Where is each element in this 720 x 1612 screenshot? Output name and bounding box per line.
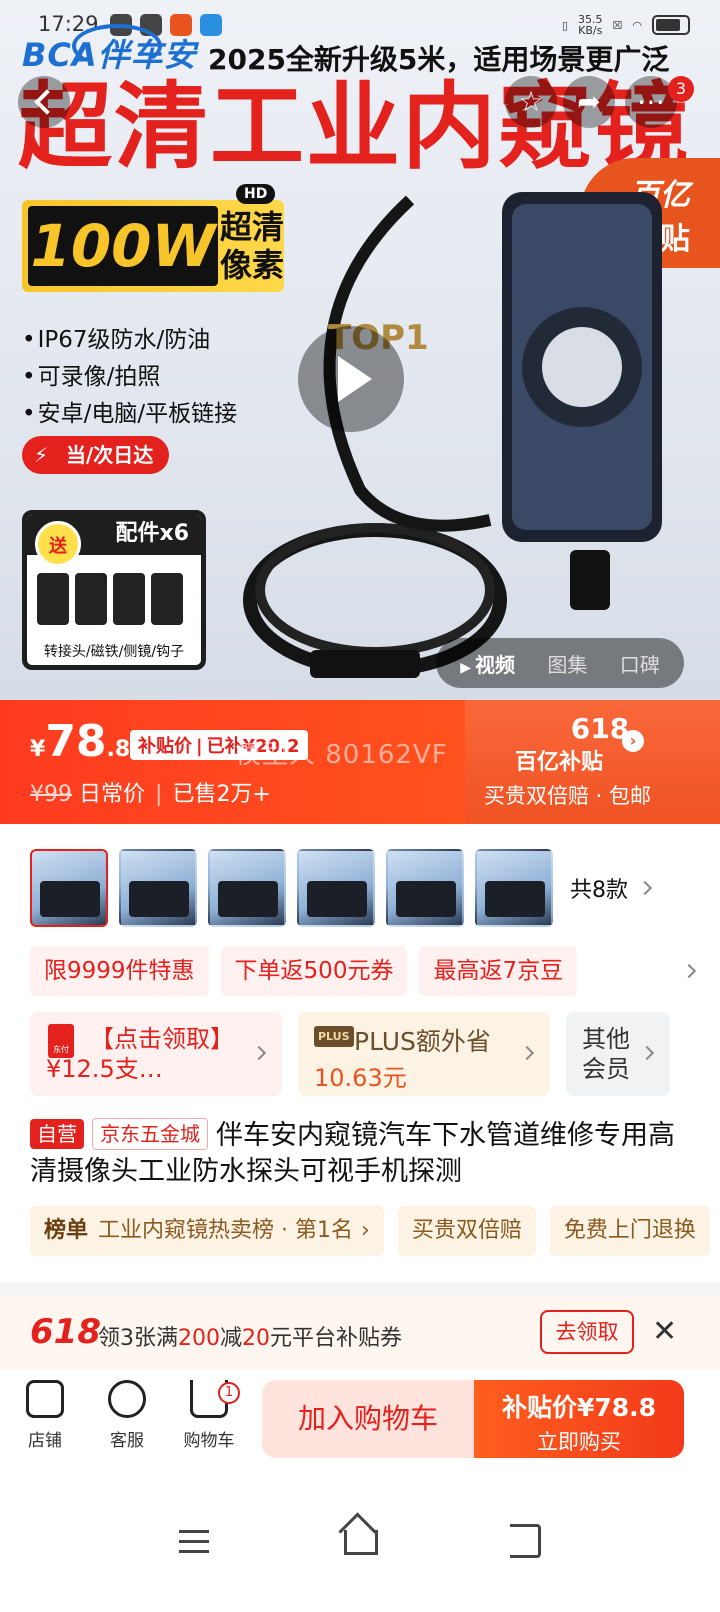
variant-thumb[interactable] bbox=[30, 849, 108, 927]
sold-count: 已售2万+ bbox=[172, 782, 271, 807]
accessory-items bbox=[37, 573, 183, 625]
price-bar: ¥78.8 补贴价 | 已补¥20.2 模型人 80162VF ¥99 日常价 | 已售… bbox=[0, 700, 720, 824]
other-member-card[interactable]: 其他会员 bbox=[566, 1012, 670, 1096]
variant-thumb[interactable] bbox=[119, 849, 197, 927]
share-button[interactable]: ➦ bbox=[563, 76, 615, 128]
tab-reviews[interactable]: 口碑 bbox=[620, 649, 660, 678]
share-icon: ➦ bbox=[577, 85, 601, 118]
divider bbox=[0, 1282, 720, 1296]
variant-selector: 共8款 bbox=[30, 848, 710, 928]
return-chip[interactable]: 免费上门退换 bbox=[549, 1206, 710, 1256]
favorite-button[interactable]: ☆ bbox=[505, 76, 557, 128]
hero-tagline: 2025全新升级5米，适用场景更广泛 bbox=[208, 43, 670, 76]
brand-logo: BCA伴车安 bbox=[22, 24, 197, 74]
claim-coupon-button[interactable]: 去领取 bbox=[540, 1310, 634, 1354]
delivery-tag: 当/次日达 bbox=[22, 436, 170, 474]
customer-service-button[interactable]: 客服 bbox=[92, 1380, 162, 1451]
wifi-icon: ◠ bbox=[632, 18, 642, 32]
plus-icon: PLUS bbox=[314, 1026, 354, 1047]
back-icon[interactable] bbox=[496, 1512, 556, 1572]
gift-badge: 送 bbox=[35, 521, 81, 567]
battery-icon bbox=[652, 15, 690, 35]
coupon-banner: 618 领3张满200减20元平台补贴券 去领取 ✕ bbox=[0, 1296, 720, 1370]
chevron-right-icon bbox=[519, 1045, 535, 1061]
tab-video[interactable]: 视频 bbox=[460, 649, 515, 678]
store-tag[interactable]: 京东五金城 bbox=[92, 1118, 208, 1150]
buy-now-button[interactable]: 补贴价¥78.8 立即购买 bbox=[474, 1380, 684, 1458]
chevron-right-icon bbox=[251, 1045, 267, 1061]
more-badge: 3 bbox=[668, 76, 694, 102]
coupon-cards: 东付 【点击领取】¥12.5支… PLUS PLUS额外省 10.63元 其他会… bbox=[30, 1012, 710, 1096]
rank-chip[interactable]: 榜单 工业内窥镜热卖榜 · 第1名 › bbox=[30, 1206, 384, 1256]
status-indicators: ▯ 35.5 KB/s ☒ ◠ bbox=[562, 14, 690, 36]
accessory-box: 配件x6 送 转接头/磁铁/侧镜/钩子 bbox=[22, 510, 206, 670]
product-gallery[interactable]: 17:29 ▯ 35.5 KB/s ☒ ◠ BCA伴车安 2025全新升级5米，适… bbox=[0, 0, 720, 720]
chevron-right-icon bbox=[639, 1045, 655, 1061]
back-button[interactable] bbox=[18, 76, 70, 128]
promo-chips: 限9999件特惠 下单返500元券 最高返7京豆 bbox=[30, 946, 690, 996]
media-tabs: 视频 图集 口碑 bbox=[436, 638, 684, 688]
feature-list: IP67级防水/防油 可录像/拍照 安卓/电脑/平板链接 bbox=[22, 322, 238, 433]
variant-thumb[interactable] bbox=[208, 849, 286, 927]
star-icon: ☆ bbox=[518, 85, 544, 118]
map-notif-icon bbox=[200, 14, 222, 36]
original-price: ¥99 日常价 | 已售2万+ bbox=[30, 782, 271, 807]
add-to-cart-button[interactable]: 加入购物车 bbox=[262, 1380, 474, 1458]
feature-item: 可录像/拍照 bbox=[22, 359, 237, 396]
chat-icon bbox=[108, 1380, 146, 1418]
system-nav-bar bbox=[0, 1492, 720, 1612]
variant-count[interactable]: 共8款 bbox=[570, 872, 628, 904]
product-title: 自营 京东五金城 伴车安内窥镜汽车下水管道维修专用高清摄像头工业防水探头可视手机探测 bbox=[30, 1118, 690, 1190]
promo-chip[interactable]: 下单返500元券 bbox=[220, 946, 408, 996]
chevron-right-icon[interactable] bbox=[637, 880, 653, 896]
vibrate-icon: ▯ bbox=[561, 18, 569, 32]
guarantee-chip[interactable]: 买贵双倍赔 bbox=[397, 1206, 536, 1256]
chevron-right-icon[interactable]: › bbox=[622, 730, 644, 752]
feature-item: IP67级防水/防油 bbox=[22, 322, 237, 359]
bottom-action-bar: 店铺 客服 购物车 1 加入购物车 补贴价¥78.8 立即购买 bbox=[0, 1370, 720, 1470]
play-video-button[interactable] bbox=[298, 326, 404, 432]
cart-badge: 1 bbox=[218, 1382, 240, 1404]
variant-thumb[interactable] bbox=[297, 849, 375, 927]
tab-gallery[interactable]: 图集 bbox=[547, 649, 587, 678]
store-button[interactable]: 店铺 bbox=[10, 1380, 80, 1451]
sim-off-icon: ☒ bbox=[612, 18, 623, 32]
endoscope-image bbox=[243, 192, 662, 678]
promo-618: 618 bbox=[570, 712, 630, 745]
watermark-text: 模型人 80162VF bbox=[235, 740, 448, 770]
payment-coupon-card[interactable]: 东付 【点击领取】¥12.5支… bbox=[30, 1012, 282, 1096]
promo-618-sub: 百亿补贴 bbox=[515, 750, 604, 775]
self-operated-tag: 自营 bbox=[30, 1119, 84, 1149]
feature-item: 安卓/电脑/平板链接 bbox=[22, 396, 238, 433]
promo-slogan: 买贵双倍赔 · 包邮 bbox=[484, 784, 652, 808]
banner-618-badge: 618 bbox=[30, 1312, 101, 1352]
variant-thumb[interactable] bbox=[386, 849, 464, 927]
net-speed: 35.5 KB/s bbox=[578, 13, 603, 37]
menu-icon[interactable] bbox=[164, 1512, 224, 1572]
promo-chip[interactable]: 最高返7京豆 bbox=[419, 946, 578, 996]
promo-chip[interactable]: 限9999件特惠 bbox=[30, 946, 209, 996]
store-icon bbox=[26, 1380, 64, 1418]
rank-row: 榜单 工业内窥镜热卖榜 · 第1名 › 买贵双倍赔 免费上门退换 bbox=[30, 1206, 720, 1256]
home-icon[interactable] bbox=[330, 1512, 390, 1572]
banner-text: 领3张满200减20元平台补贴券 bbox=[98, 1326, 403, 1351]
plus-coupon-card[interactable]: PLUS PLUS额外省 10.63元 bbox=[298, 1012, 550, 1096]
close-icon[interactable]: ✕ bbox=[652, 1316, 677, 1348]
chevron-right-icon: › bbox=[361, 1218, 370, 1243]
current-price: ¥78.8 bbox=[30, 716, 131, 767]
variant-thumb[interactable] bbox=[475, 849, 553, 927]
